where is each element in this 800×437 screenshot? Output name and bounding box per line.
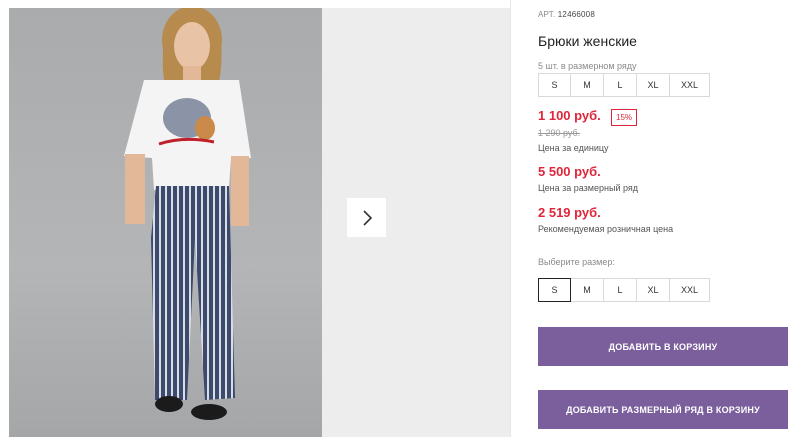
size-option-xxl[interactable]: XXL <box>669 278 710 302</box>
old-price: 1 290 руб. <box>538 128 581 138</box>
add-pack-to-cart-button[interactable]: ДОБАВИТЬ РАЗМЕРНЫЙ РЯД В КОРЗИНУ <box>538 390 788 429</box>
product-gallery <box>0 0 510 437</box>
retail-price: 2 519 руб. <box>538 205 601 220</box>
model-photo-illustration <box>124 8 251 420</box>
unit-price: 1 100 руб. <box>538 108 601 123</box>
product-photo[interactable] <box>9 8 322 437</box>
gallery-next-button[interactable] <box>347 198 386 237</box>
size-option-l[interactable]: L <box>603 278 637 302</box>
product-title: Брюки женские <box>538 33 637 49</box>
unit-price-caption: Цена за единицу <box>538 143 609 153</box>
pack-price-caption: Цена за размерный ряд <box>538 183 639 193</box>
add-to-cart-button[interactable]: ДОБАВИТЬ В КОРЗИНУ <box>538 327 788 366</box>
size-selector: S M L XL XXL <box>538 278 710 302</box>
article-number: 12466008 <box>557 10 595 19</box>
pack-size-cell: M <box>570 73 604 97</box>
pack-size-cell: XXL <box>669 73 710 97</box>
chevron-right-icon <box>362 209 372 226</box>
article-code: АРТ. 12466008 <box>538 10 595 19</box>
vertical-divider <box>510 0 511 437</box>
choose-size-label: Выберите размер: <box>538 257 615 267</box>
pack-size-row: S M L XL XXL <box>538 73 710 97</box>
retail-price-caption: Рекомендуемая розничная цена <box>538 224 674 234</box>
pack-size-cell: S <box>538 73 571 97</box>
pack-price: 5 500 руб. <box>538 164 601 179</box>
discount-badge: 15% <box>611 109 638 126</box>
product-info-panel: АРТ. 12466008 Брюки женские 5 шт. в разм… <box>538 0 800 437</box>
article-label: АРТ. <box>538 10 556 19</box>
size-option-m[interactable]: M <box>570 278 604 302</box>
pack-size-cell: XL <box>636 73 670 97</box>
pack-size-cell: L <box>603 73 637 97</box>
size-option-s[interactable]: S <box>538 278 571 302</box>
pack-label: 5 шт. в размерном ряду <box>538 61 637 71</box>
size-option-xl[interactable]: XL <box>636 278 670 302</box>
